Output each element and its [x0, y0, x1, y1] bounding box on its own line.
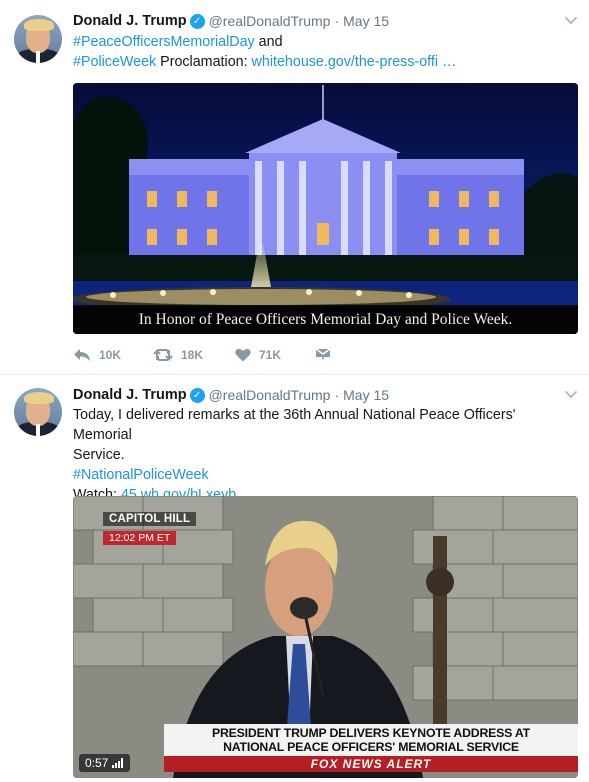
- retweet-icon: [153, 348, 173, 362]
- chevron-down-icon[interactable]: [565, 388, 577, 400]
- tweet-text: Today, I delivered remarks at the 36th A…: [73, 405, 578, 505]
- verified-badge-icon: ✓: [189, 387, 205, 403]
- verified-badge-icon: ✓: [189, 13, 205, 29]
- tweet-text: #PeaceOfficersMemorialDay and #PoliceWee…: [73, 32, 578, 72]
- reply-icon: [74, 349, 90, 361]
- avatar[interactable]: [14, 15, 62, 63]
- avatar[interactable]: [14, 388, 62, 436]
- reply-button[interactable]: 10K: [73, 348, 153, 362]
- tweet-date[interactable]: May 15: [343, 13, 389, 29]
- reply-count: 10K: [99, 348, 122, 362]
- volume-bars-icon: [112, 758, 124, 768]
- time-tag: 12:02 PM ET: [103, 531, 177, 545]
- hashtag-link[interactable]: #PoliceWeek: [73, 54, 156, 70]
- tweet-text-fragment: Proclamation:: [156, 54, 252, 70]
- tweet-date[interactable]: May 15: [343, 387, 389, 403]
- author-handle[interactable]: @realDonaldTrump: [209, 387, 331, 403]
- video-duration-badge[interactable]: 0:57: [79, 754, 131, 772]
- chyron-line: NATIONAL PEACE OFFICERS' MEMORIAL SERVIC…: [223, 740, 519, 754]
- chyron-line: PRESIDENT TRUMP DELIVERS KEYNOTE ADDRESS…: [212, 726, 530, 740]
- author-name[interactable]: Donald J. Trump: [73, 13, 187, 29]
- tweet-header: Donald J. Trump ✓ @realDonaldTrump · May…: [73, 11, 389, 31]
- chevron-down-icon[interactable]: [565, 14, 577, 26]
- url-link[interactable]: whitehouse.gov/the-press-offi …: [252, 54, 457, 70]
- like-button[interactable]: 71K: [235, 348, 315, 362]
- separator: ·: [334, 13, 340, 29]
- video-duration: 0:57: [85, 756, 109, 770]
- tweet[interactable]: Donald J. Trump ✓ @realDonaldTrump · May…: [0, 0, 589, 375]
- tweet-text-line: Service.: [73, 447, 125, 463]
- tweet-actions: 10K 18K 71K: [73, 346, 331, 364]
- retweet-count: 18K: [181, 348, 204, 362]
- retweet-button[interactable]: 18K: [153, 348, 235, 362]
- direct-message-button[interactable]: [315, 348, 331, 362]
- tweet-text-fragment: and: [254, 34, 283, 50]
- location-tag: CAPITOL HILL: [103, 512, 197, 526]
- tweet-image[interactable]: In Honor of Peace Officers Memorial Day …: [73, 83, 578, 334]
- author-handle[interactable]: @realDonaldTrump: [209, 13, 331, 29]
- tweet[interactable]: Donald J. Trump ✓ @realDonaldTrump · May…: [0, 376, 589, 782]
- news-alert-banner: FOX NEWS ALERT: [164, 756, 578, 772]
- news-chyron: PRESIDENT TRUMP DELIVERS KEYNOTE ADDRESS…: [164, 724, 578, 756]
- heart-icon: [235, 348, 251, 362]
- tweet-header: Donald J. Trump ✓ @realDonaldTrump · May…: [73, 385, 389, 405]
- tweet-text-line: Today, I delivered remarks at the 36th A…: [73, 407, 516, 443]
- tweet-video[interactable]: CAPITOL HILL 12:02 PM ET PRESIDENT TRUMP…: [73, 496, 578, 778]
- hashtag-link[interactable]: #NationalPoliceWeek: [73, 467, 209, 483]
- like-count: 71K: [259, 348, 282, 362]
- image-caption: In Honor of Peace Officers Memorial Day …: [73, 306, 578, 334]
- white-house-image: [73, 83, 578, 334]
- direct-message-icon: [315, 348, 331, 361]
- author-name[interactable]: Donald J. Trump: [73, 387, 187, 403]
- separator: ·: [334, 387, 340, 403]
- hashtag-link[interactable]: #PeaceOfficersMemorialDay: [73, 34, 255, 50]
